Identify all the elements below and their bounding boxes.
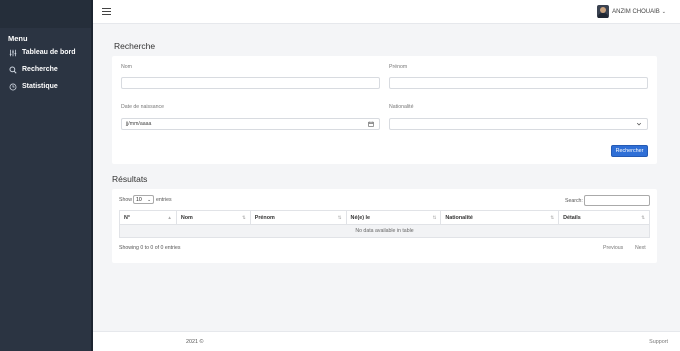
user-menu[interactable]: ANZIM CHOUAIB ⌄ <box>597 5 666 18</box>
results-table: N° ▲ Nom ⇅ Prénom ⇅ Né(e) le ⇅ Nationalité ⇅ … <box>119 210 650 238</box>
footer-copyright: 2021 © <box>186 339 204 345</box>
chevron-down-icon: ⌄ <box>147 196 151 202</box>
column-header-details[interactable]: Détails ⇅ <box>558 210 650 225</box>
nationalite-label: Nationalité <box>389 104 414 110</box>
menu-title: Menu <box>8 34 28 43</box>
next-page-link[interactable]: Next <box>635 245 646 251</box>
hamburger-menu-icon[interactable] <box>102 8 111 15</box>
footer-support-link[interactable]: Support <box>649 339 668 345</box>
column-header-nom[interactable]: Nom ⇅ <box>175 210 251 225</box>
search-icon <box>8 65 17 74</box>
sidebar-item-recherche[interactable]: Recherche <box>8 65 58 74</box>
sliders-icon <box>8 48 17 57</box>
topbar: ANZIM CHOUAIB ⌄ <box>93 0 680 24</box>
sort-icon: ⇅ <box>432 215 437 220</box>
results-card: Show 10 ⌄ entries Search: N° ▲ Nom ⇅ Préno… <box>112 189 657 263</box>
sidebar-item-label: Tableau de bord <box>22 49 76 56</box>
sidebar-header <box>0 0 91 28</box>
chevron-down-icon <box>636 121 642 129</box>
date-naissance-input[interactable]: jj/mm/aaaa <box>121 118 380 130</box>
rechercher-button[interactable]: Rechercher <box>611 145 648 157</box>
nom-input[interactable] <box>121 77 380 89</box>
prenom-label: Prénom <box>389 64 408 70</box>
table-info: Showing 0 to 0 of 0 entries <box>119 245 181 251</box>
previous-page-link[interactable]: Previous <box>603 245 623 251</box>
sidebar: Menu Tableau de bord Recherche Statistiq… <box>0 0 93 351</box>
table-search-input[interactable] <box>584 195 650 206</box>
results-section-title: Résultats <box>112 174 148 184</box>
chevron-down-icon: ⌄ <box>661 8 666 15</box>
prenom-input[interactable] <box>389 77 648 89</box>
footer: 2021 © Support <box>93 331 680 351</box>
avatar <box>597 5 610 18</box>
sort-asc-icon: ▲ <box>167 215 172 220</box>
user-name: ANZIM CHOUAIB <box>612 8 660 15</box>
sidebar-item-statistique[interactable]: Statistique <box>8 82 58 91</box>
search-card: Nom Prénom Date de naissance jj/mm/aaaa … <box>112 56 657 164</box>
entries-label: entries <box>156 197 172 203</box>
sort-icon: ⇅ <box>337 215 342 220</box>
calendar-icon[interactable] <box>368 121 374 129</box>
empty-table-message: No data available in table <box>119 224 650 238</box>
date-placeholder: jj/mm/aaaa <box>126 121 152 127</box>
search-section-title: Recherche <box>114 41 156 51</box>
nationalite-select[interactable] <box>389 118 648 130</box>
entries-select[interactable]: 10 ⌄ <box>133 195 154 204</box>
search-label: Search: <box>565 198 583 204</box>
sidebar-item-tableau-de-bord[interactable]: Tableau de bord <box>8 48 76 57</box>
show-label: Show <box>119 197 132 203</box>
date-naissance-label: Date de naissance <box>121 104 164 110</box>
column-header-nationalite[interactable]: Nationalité ⇅ <box>440 210 560 225</box>
nom-label: Nom <box>121 64 132 70</box>
sort-icon: ⇅ <box>550 215 555 220</box>
sort-icon: ⇅ <box>241 215 246 220</box>
column-header-date[interactable]: Né(e) le ⇅ <box>345 210 442 225</box>
sidebar-item-label: Recherche <box>22 66 58 73</box>
entries-value: 10 <box>136 196 142 203</box>
column-header-numero[interactable]: N° ▲ <box>119 210 177 225</box>
column-header-prenom[interactable]: Prénom ⇅ <box>249 210 347 225</box>
clock-icon <box>8 82 17 91</box>
sort-icon: ⇅ <box>641 215 645 220</box>
sidebar-item-label: Statistique <box>22 83 58 90</box>
